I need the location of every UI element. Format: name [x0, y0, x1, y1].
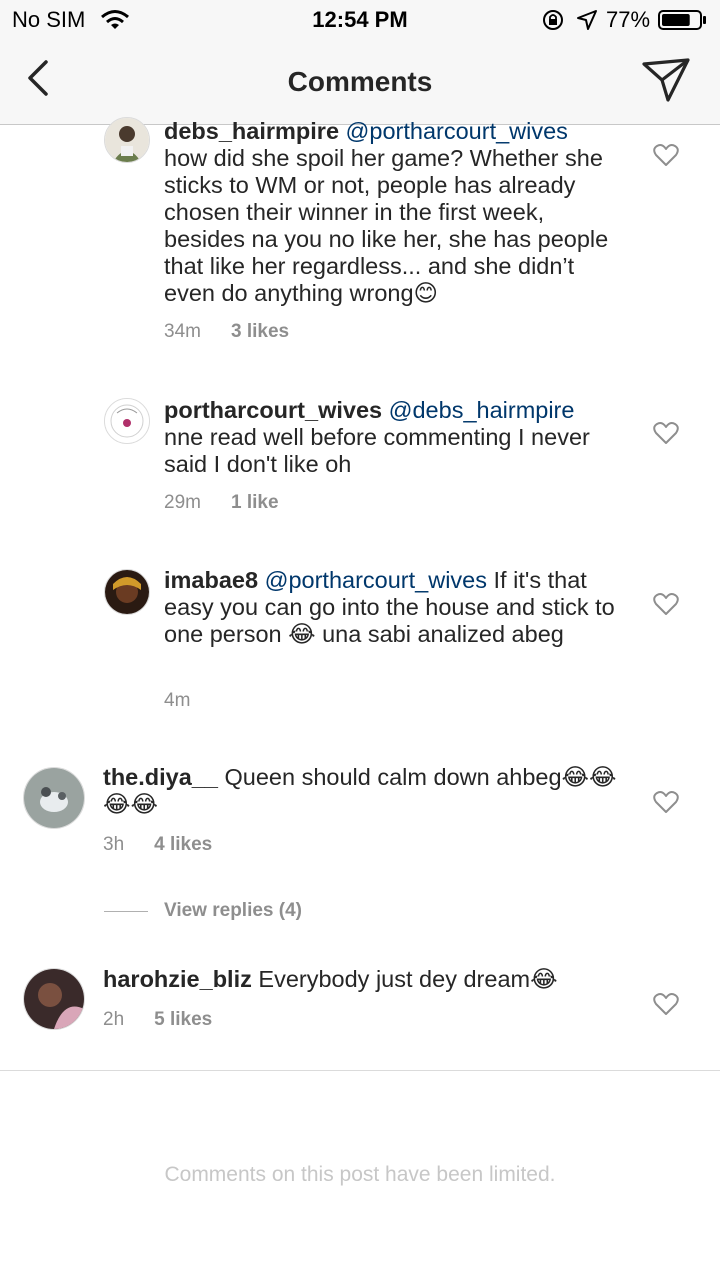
- comment-meta: 4m: [164, 690, 190, 712]
- comment-likes[interactable]: 4 likes: [154, 834, 212, 855]
- divider-line: [104, 911, 148, 912]
- comment-mention[interactable]: @portharcourt_wives: [265, 567, 487, 593]
- comment-text: imabae8 @portharcourt_wives If it's that…: [164, 567, 619, 648]
- comment-username[interactable]: portharcourt_wives: [164, 397, 382, 423]
- view-replies-label: View replies (4): [164, 900, 302, 921]
- comments-limited-notice: Comments on this post have been limited.: [164, 1163, 556, 1186]
- comment-username[interactable]: debs_hairmpire: [164, 118, 339, 144]
- comment-likes[interactable]: 3 likes: [231, 321, 289, 342]
- avatar[interactable]: [104, 398, 150, 444]
- paper-plane-icon[interactable]: [640, 54, 692, 106]
- rotation-lock-icon: [541, 9, 565, 36]
- heart-icon[interactable]: [653, 592, 679, 616]
- avatar[interactable]: [104, 569, 150, 615]
- comment-username[interactable]: harohzie_bliz: [103, 966, 252, 992]
- comment-time: 34m: [164, 321, 201, 342]
- battery-icon: [658, 9, 708, 36]
- heart-icon[interactable]: [653, 790, 679, 814]
- comment-body: nne read well before commenting I never …: [164, 424, 590, 477]
- comment-time: 2h: [103, 1009, 125, 1030]
- comment-text: harohzie_bliz Everybody just dey dream😂: [103, 966, 623, 993]
- footer-divider: [0, 1070, 720, 1071]
- comment-time: 3h: [103, 834, 125, 855]
- heart-icon[interactable]: [653, 992, 679, 1016]
- heart-icon[interactable]: [653, 143, 679, 167]
- comment-text: debs_hairmpire @portharcourt_wives how d…: [164, 118, 619, 307]
- comment-text: portharcourt_wives @debs_hairmpire nne r…: [164, 397, 619, 478]
- status-bar: No SIM 12:54 PM 77%: [0, 0, 720, 40]
- comment-mention[interactable]: @portharcourt_wives: [346, 118, 568, 144]
- comment-meta: 3h 4 likes: [103, 834, 212, 856]
- comment-time: 4m: [164, 690, 191, 711]
- comment-time: 29m: [164, 492, 201, 513]
- comment-text: the.diya__ Queen should calm down ahbeg😂…: [103, 764, 623, 818]
- location-icon: [576, 9, 598, 36]
- comment-mention[interactable]: @debs_hairmpire: [389, 397, 575, 423]
- comment-username[interactable]: the.diya__: [103, 764, 218, 790]
- navigation-bar: Comments: [0, 40, 720, 125]
- comment-body: Everybody just dey dream😂: [258, 966, 558, 992]
- heart-icon[interactable]: [653, 421, 679, 445]
- comment-meta: 29m 1 like: [164, 492, 279, 514]
- comment-meta: 34m 3 likes: [164, 321, 289, 343]
- comment-meta: 2h 5 likes: [103, 1009, 212, 1031]
- view-replies-button[interactable]: View replies (4): [104, 898, 504, 926]
- avatar[interactable]: [23, 968, 85, 1030]
- page-title: Comments: [287, 66, 433, 97]
- battery-percent: 77%: [606, 7, 651, 32]
- comment-username[interactable]: imabae8: [164, 567, 258, 593]
- comment-body: how did she spoil her game? Whether she …: [164, 145, 609, 306]
- comment-likes[interactable]: 5 likes: [154, 1009, 212, 1030]
- avatar[interactable]: [104, 117, 150, 163]
- avatar[interactable]: [23, 767, 85, 829]
- comment-likes[interactable]: 1 like: [231, 492, 279, 513]
